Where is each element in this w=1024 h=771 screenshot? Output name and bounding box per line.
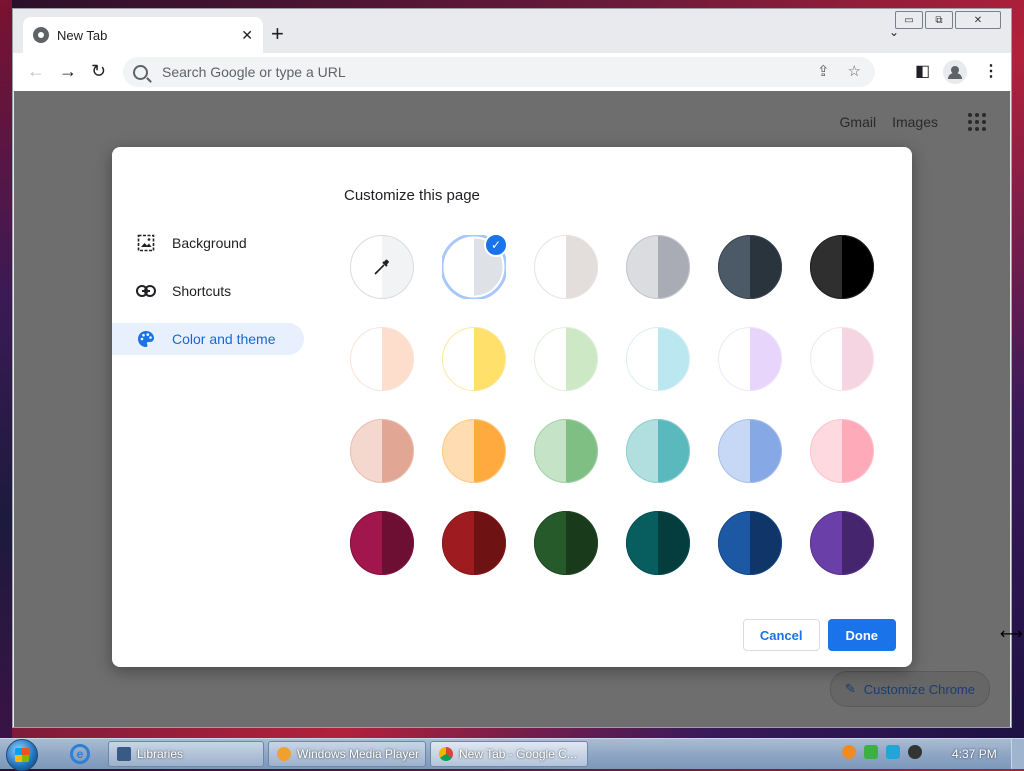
resize-cursor-icon: ⟷ xyxy=(1000,624,1023,643)
color-swatch-beige[interactable] xyxy=(350,419,414,483)
palette-icon xyxy=(136,329,156,349)
media-player-icon xyxy=(277,747,291,761)
customize-chrome-label: Customize Chrome xyxy=(863,681,975,697)
color-swatch-light-blue[interactable] xyxy=(718,419,782,483)
nav-item-label: Color and theme xyxy=(172,331,276,347)
profile-avatar[interactable] xyxy=(943,60,967,84)
color-swatch-dark-pink-and-red[interactable] xyxy=(350,511,414,575)
color-swatch-light-green[interactable] xyxy=(534,419,598,483)
dialog-actions: Cancel Done xyxy=(742,619,896,651)
dialog-side-nav: Background Shortcuts Color and theme xyxy=(112,227,312,371)
apps-grid-icon[interactable] xyxy=(968,113,986,131)
start-button[interactable] xyxy=(6,739,38,771)
color-swatch-blue-grey[interactable] xyxy=(718,235,782,299)
omnibox[interactable]: ⇪ ☆ xyxy=(123,57,875,87)
back-button[interactable]: ← xyxy=(27,61,45,81)
show-desktop-button[interactable] xyxy=(1011,739,1024,769)
internet-explorer-icon[interactable]: e xyxy=(70,744,90,764)
nav-item-label: Background xyxy=(172,235,247,251)
taskbar-item-media-player[interactable]: Windows Media Player xyxy=(268,741,426,767)
nav-item-shortcuts[interactable]: Shortcuts xyxy=(112,275,312,307)
system-tray xyxy=(842,745,922,759)
taskbar-item-libraries[interactable]: Libraries xyxy=(108,741,264,767)
taskbar: e Libraries Windows Media Player New Tab… xyxy=(0,738,1024,771)
eyedropper-icon xyxy=(372,257,392,277)
taskbar-item-label: New Tab - Google C... xyxy=(459,747,577,761)
color-swatch-purple[interactable] xyxy=(810,511,874,575)
color-swatch-warm-grey[interactable] xyxy=(534,235,598,299)
tab-new-tab[interactable]: New Tab ✕ xyxy=(23,17,263,53)
done-button[interactable]: Done xyxy=(827,619,896,651)
color-swatch-default[interactable]: ✓ xyxy=(442,233,508,299)
nav-item-label: Shortcuts xyxy=(172,283,232,299)
color-swatch-light-teal-and-white[interactable] xyxy=(626,327,690,391)
color-swatch-light-teal[interactable] xyxy=(626,419,690,483)
nav-item-background[interactable]: Background xyxy=(112,227,312,259)
volume-icon[interactable] xyxy=(908,745,922,759)
gmail-link[interactable]: Gmail xyxy=(840,114,877,130)
color-swatch-light-purple-and-white[interactable] xyxy=(718,327,782,391)
cancel-button[interactable]: Cancel xyxy=(742,619,820,651)
desktop-background xyxy=(0,0,12,740)
bookmark-star-icon[interactable]: ☆ xyxy=(848,62,861,80)
customize-chrome-button[interactable]: ✎ Customize Chrome xyxy=(829,671,990,707)
search-icon xyxy=(133,64,148,80)
top-links: Gmail Images xyxy=(840,113,986,131)
tray-app-icon[interactable] xyxy=(842,745,856,759)
folder-icon xyxy=(117,747,131,761)
address-input[interactable] xyxy=(160,63,764,81)
color-swatch-dark-teal[interactable] xyxy=(626,511,690,575)
share-icon[interactable]: ⇪ xyxy=(817,62,830,80)
color-swatch-custom-color[interactable] xyxy=(350,235,414,299)
color-swatch-dark-red-and-orange[interactable] xyxy=(442,511,506,575)
network-icon[interactable] xyxy=(864,745,878,759)
tab-search-chevron-icon[interactable]: ⌄ xyxy=(889,25,899,39)
side-panel-icon[interactable]: ◧ xyxy=(915,61,930,81)
image-icon xyxy=(136,233,156,253)
tab-strip: New Tab ✕ + ⌄ xyxy=(13,9,1011,53)
toolbar: ← → ↻ ⇪ ☆ ◧ ⋮ xyxy=(13,53,1011,92)
menu-kebab-icon[interactable]: ⋮ xyxy=(983,61,999,81)
tab-title: New Tab xyxy=(57,27,108,43)
color-swatch-grid: ✓ xyxy=(350,233,874,575)
color-swatch-pink[interactable] xyxy=(810,419,874,483)
chrome-icon xyxy=(439,747,453,761)
pencil-icon: ✎ xyxy=(844,681,856,696)
display-icon[interactable] xyxy=(886,745,900,759)
forward-button[interactable]: → xyxy=(59,61,77,81)
clock[interactable]: 4:37 PM xyxy=(952,747,997,761)
selected-check-icon: ✓ xyxy=(484,233,508,257)
color-swatch-dark-green[interactable] xyxy=(534,511,598,575)
customize-dialog: Background Shortcuts Color and theme Cus… xyxy=(112,147,912,667)
color-swatch-cool-grey[interactable] xyxy=(626,235,690,299)
reload-button[interactable]: ↻ xyxy=(91,61,106,81)
taskbar-item-label: Windows Media Player xyxy=(297,747,420,761)
taskbar-item-chrome[interactable]: New Tab - Google C... xyxy=(430,741,588,767)
color-swatch-dark-blue[interactable] xyxy=(718,511,782,575)
color-swatch-black[interactable] xyxy=(810,235,874,299)
color-swatch-beige-and-white[interactable] xyxy=(350,327,414,391)
color-swatch-green-and-white[interactable] xyxy=(534,327,598,391)
taskbar-item-label: Libraries xyxy=(137,747,184,761)
nav-item-color-and-theme[interactable]: Color and theme xyxy=(112,323,304,355)
dialog-title: Customize this page xyxy=(344,187,480,204)
images-link[interactable]: Images xyxy=(892,114,938,130)
color-swatch-pink-and-white[interactable] xyxy=(810,327,874,391)
tab-close-icon[interactable]: ✕ xyxy=(241,27,253,44)
chrome-favicon-icon xyxy=(33,27,49,43)
color-swatch-yellow-and-white[interactable] xyxy=(442,327,506,391)
link-icon xyxy=(136,281,156,301)
color-swatch-orange[interactable] xyxy=(442,419,506,483)
new-tab-button[interactable]: + xyxy=(271,23,284,45)
